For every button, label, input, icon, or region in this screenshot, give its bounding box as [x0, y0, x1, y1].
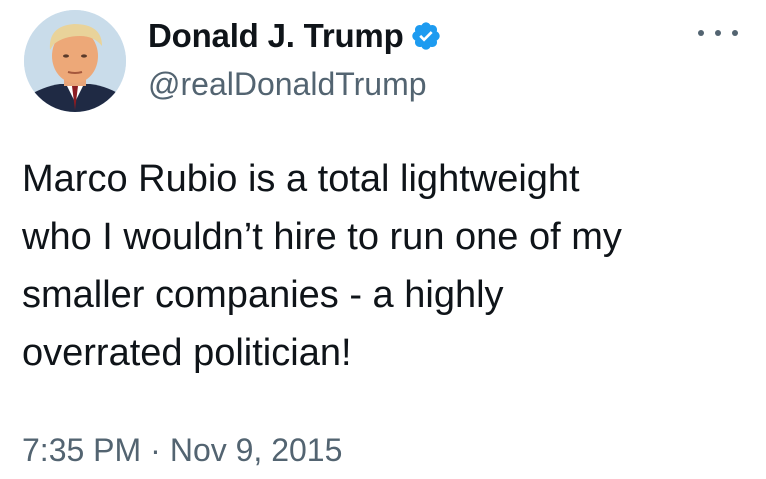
- avatar-photo: [24, 10, 126, 112]
- tweet-card: Donald J. Trump @realDonaldTrump Marco R…: [0, 0, 766, 479]
- more-dot: [715, 30, 721, 36]
- avatar[interactable]: [24, 10, 126, 112]
- more-dot: [732, 30, 738, 36]
- author-name-row: Donald J. Trump: [148, 14, 442, 58]
- more-dot: [698, 30, 704, 36]
- timestamp-separator: ·: [150, 432, 161, 468]
- tweet-timestamp[interactable]: 7:35 PM · Nov 9, 2015: [22, 432, 342, 469]
- author-handle[interactable]: @realDonaldTrump: [148, 66, 427, 103]
- tweet-text: Marco Rubio is a total lightweight who I…: [22, 158, 622, 374]
- display-name[interactable]: Donald J. Trump: [148, 17, 404, 55]
- tweet-time: 7:35 PM: [22, 432, 142, 468]
- more-options-icon[interactable]: [698, 18, 738, 48]
- tweet-date: Nov 9, 2015: [169, 432, 343, 468]
- verified-badge-icon: [410, 20, 442, 52]
